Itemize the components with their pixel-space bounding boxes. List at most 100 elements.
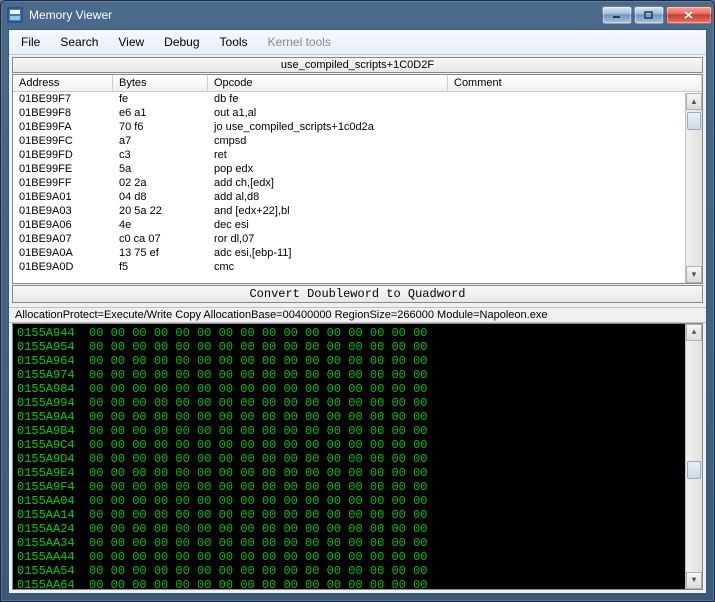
allocation-info: AllocationProtect=Execute/Write Copy All… — [9, 307, 706, 323]
cell-opcode: db fe — [208, 92, 702, 106]
scroll-track[interactable] — [686, 341, 702, 572]
cell-opcode: out a1,al — [208, 106, 702, 120]
disasm-row[interactable]: 01BE99FDc3ret — [13, 148, 702, 162]
disasm-row[interactable]: 01BE9A0320 5a 22and [edx+22],bl — [13, 204, 702, 218]
hex-row[interactable]: 0155A964 00 00 00 00 00 00 00 00 00 00 0… — [17, 354, 698, 368]
hex-row[interactable]: 0155AA34 00 00 00 00 00 00 00 00 00 00 0… — [17, 536, 698, 550]
cell-address: 01BE9A01 — [13, 190, 113, 204]
cell-opcode: pop edx — [208, 162, 702, 176]
hex-view[interactable]: 0155A944 00 00 00 00 00 00 00 00 00 00 0… — [12, 323, 703, 590]
cell-bytes: a7 — [113, 134, 208, 148]
cell-bytes: fe — [113, 92, 208, 106]
cell-opcode: add ch,[edx] — [208, 176, 702, 190]
titlebar[interactable]: Memory Viewer — [1, 1, 714, 29]
cell-bytes: c0 ca 07 — [113, 232, 208, 246]
cell-opcode: adc esi,[ebp-11] — [208, 246, 702, 260]
menu-file[interactable]: File — [13, 33, 48, 51]
col-comment[interactable]: Comment — [448, 75, 702, 91]
hex-scrollbar[interactable]: ▲ ▼ — [685, 324, 702, 589]
disasm-row[interactable]: 01BE99FCa7cmpsd — [13, 134, 702, 148]
cell-bytes: 5a — [113, 162, 208, 176]
hex-row[interactable]: 0155AA04 00 00 00 00 00 00 00 00 00 00 0… — [17, 494, 698, 508]
cell-bytes: 4e — [113, 218, 208, 232]
disasm-row[interactable]: 01BE99FA70 f6jo use_compiled_scripts+1c0… — [13, 120, 702, 134]
hex-row[interactable]: 0155A974 00 00 00 00 00 00 00 00 00 00 0… — [17, 368, 698, 382]
disasm-row[interactable]: 01BE9A0104 d8add al,d8 — [13, 190, 702, 204]
cell-opcode: and [edx+22],bl — [208, 204, 702, 218]
menubar: File Search View Debug Tools Kernel tool… — [9, 30, 706, 55]
menu-tools[interactable]: Tools — [212, 33, 256, 51]
maximize-button[interactable] — [634, 6, 664, 24]
disasm-scrollbar[interactable]: ▲ ▼ — [685, 93, 702, 283]
cell-address: 01BE9A0D — [13, 260, 113, 274]
hex-row[interactable]: 0155A9C4 00 00 00 00 00 00 00 00 00 00 0… — [17, 438, 698, 452]
cell-bytes: 02 2a — [113, 176, 208, 190]
cell-address: 01BE9A07 — [13, 232, 113, 246]
cell-bytes: e6 a1 — [113, 106, 208, 120]
scroll-thumb[interactable] — [687, 112, 701, 130]
cell-address: 01BE99FF — [13, 176, 113, 190]
location-label: use_compiled_scripts+1C0D2F — [12, 57, 703, 73]
cell-opcode: ror dl,07 — [208, 232, 702, 246]
disasm-row[interactable]: 01BE9A0Df5cmc — [13, 260, 702, 274]
disassembly-panel: Address Bytes Opcode Comment 01BE99F7fed… — [12, 74, 703, 284]
scroll-track[interactable] — [686, 110, 702, 266]
col-address[interactable]: Address — [13, 75, 113, 91]
hex-row[interactable]: 0155AA54 00 00 00 00 00 00 00 00 00 00 0… — [17, 564, 698, 578]
minimize-button[interactable] — [602, 6, 632, 24]
col-bytes[interactable]: Bytes — [113, 75, 208, 91]
cell-address: 01BE99F8 — [13, 106, 113, 120]
app-icon — [7, 7, 23, 23]
hex-row[interactable]: 0155AA24 00 00 00 00 00 00 00 00 00 00 0… — [17, 522, 698, 536]
cell-address: 01BE9A0A — [13, 246, 113, 260]
hex-row[interactable]: 0155AA14 00 00 00 00 00 00 00 00 00 00 0… — [17, 508, 698, 522]
disasm-row[interactable]: 01BE9A07c0 ca 07ror dl,07 — [13, 232, 702, 246]
hex-row[interactable]: 0155A984 00 00 00 00 00 00 00 00 00 00 0… — [17, 382, 698, 396]
hex-row[interactable]: 0155AA44 00 00 00 00 00 00 00 00 00 00 0… — [17, 550, 698, 564]
hex-row[interactable]: 0155A9F4 00 00 00 00 00 00 00 00 00 00 0… — [17, 480, 698, 494]
hex-row[interactable]: 0155A9A4 00 00 00 00 00 00 00 00 00 00 0… — [17, 410, 698, 424]
cell-address: 01BE99FA — [13, 120, 113, 134]
menu-kernel-tools[interactable]: Kernel tools — [260, 33, 339, 51]
disasm-row[interactable]: 01BE99FF02 2aadd ch,[edx] — [13, 176, 702, 190]
cell-bytes: 04 d8 — [113, 190, 208, 204]
scroll-down-icon[interactable]: ▼ — [686, 572, 702, 589]
cell-address: 01BE99F7 — [13, 92, 113, 106]
col-opcode[interactable]: Opcode — [208, 75, 448, 91]
disassembly-rows[interactable]: 01BE99F7fedb fe01BE99F8e6 a1out a1,al01B… — [13, 92, 702, 283]
cell-address: 01BE99FE — [13, 162, 113, 176]
cell-opcode: dec esi — [208, 218, 702, 232]
cell-opcode: cmpsd — [208, 134, 702, 148]
cell-opcode: ret — [208, 148, 702, 162]
menu-search[interactable]: Search — [52, 33, 106, 51]
cell-bytes: c3 — [113, 148, 208, 162]
cell-address: 01BE9A03 — [13, 204, 113, 218]
disasm-row[interactable]: 01BE9A0A13 75 efadc esi,[ebp-11] — [13, 246, 702, 260]
close-button[interactable] — [666, 6, 712, 24]
cell-opcode: jo use_compiled_scripts+1c0d2a — [208, 120, 702, 134]
hex-row[interactable]: 0155A9B4 00 00 00 00 00 00 00 00 00 00 0… — [17, 424, 698, 438]
scroll-up-icon[interactable]: ▲ — [686, 324, 702, 341]
menu-debug[interactable]: Debug — [156, 33, 207, 51]
scroll-up-icon[interactable]: ▲ — [686, 93, 702, 110]
cell-bytes: 13 75 ef — [113, 246, 208, 260]
disasm-row[interactable]: 01BE99F8e6 a1out a1,al — [13, 106, 702, 120]
hex-row[interactable]: 0155A9E4 00 00 00 00 00 00 00 00 00 00 0… — [17, 466, 698, 480]
disasm-row[interactable]: 01BE99F7fedb fe — [13, 92, 702, 106]
menu-view[interactable]: View — [110, 33, 152, 51]
hex-row[interactable]: 0155A944 00 00 00 00 00 00 00 00 00 00 0… — [17, 326, 698, 340]
disasm-row[interactable]: 01BE99FE5apop edx — [13, 162, 702, 176]
cell-bytes: f5 — [113, 260, 208, 274]
cell-bytes: 20 5a 22 — [113, 204, 208, 218]
instruction-description: Convert Doubleword to Quadword — [12, 285, 703, 303]
hex-row[interactable]: 0155A954 00 00 00 00 00 00 00 00 00 00 0… — [17, 340, 698, 354]
scroll-thumb[interactable] — [687, 461, 701, 479]
cell-opcode: cmc — [208, 260, 702, 274]
hex-row[interactable]: 0155AA64 00 00 00 00 00 00 00 00 00 00 0… — [17, 578, 698, 590]
hex-row[interactable]: 0155A9D4 00 00 00 00 00 00 00 00 00 00 0… — [17, 452, 698, 466]
hex-row[interactable]: 0155A994 00 00 00 00 00 00 00 00 00 00 0… — [17, 396, 698, 410]
scroll-down-icon[interactable]: ▼ — [686, 266, 702, 283]
window-frame: Memory Viewer File Search View Debug Too… — [0, 0, 715, 602]
column-headers: Address Bytes Opcode Comment — [13, 75, 702, 92]
disasm-row[interactable]: 01BE9A064edec esi — [13, 218, 702, 232]
